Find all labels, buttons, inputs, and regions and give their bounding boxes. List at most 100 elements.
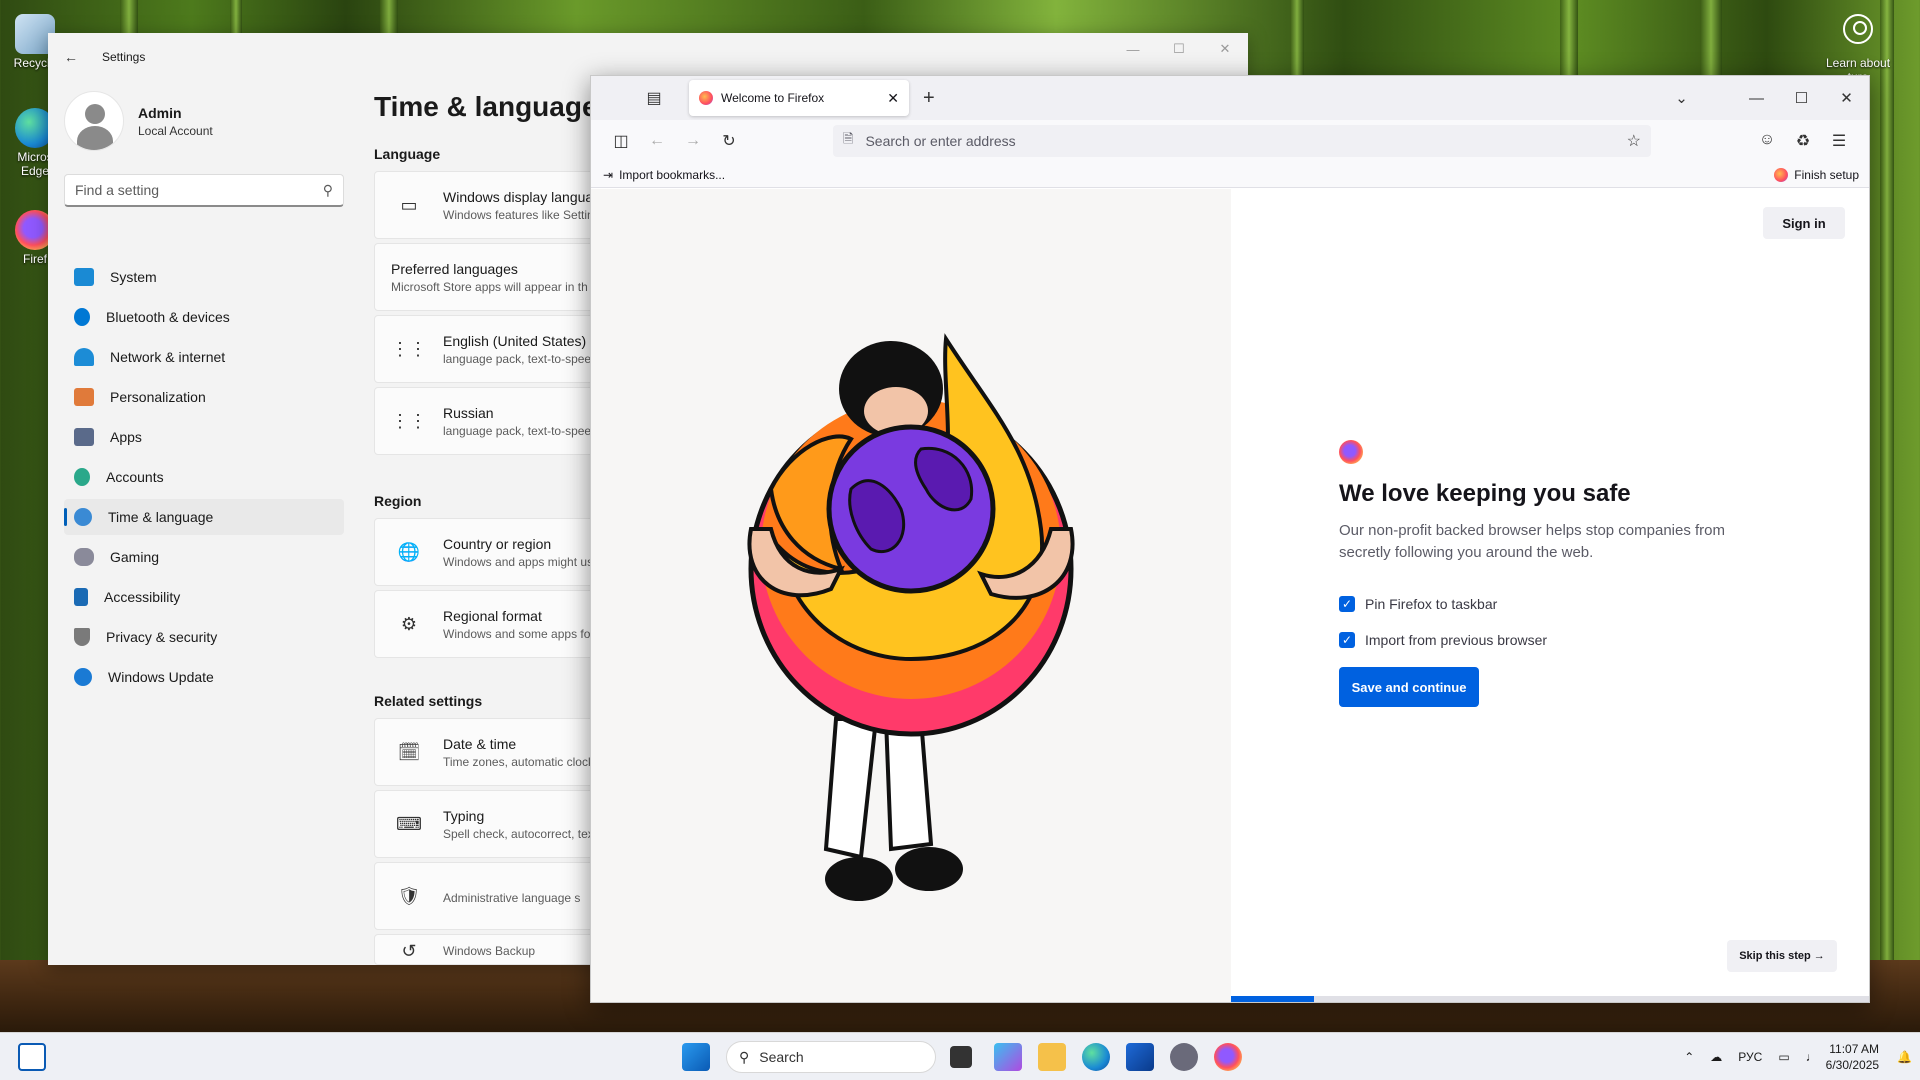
notification-bell-icon[interactable]: 🔔 (1897, 1050, 1912, 1064)
settings-window-controls: — ☐ ✕ (1110, 33, 1248, 65)
nav-label: Privacy & security (106, 629, 218, 645)
minimize-button[interactable]: — (1110, 33, 1156, 65)
import-bookmarks-link[interactable]: Import bookmarks... (619, 168, 725, 182)
volume-icon[interactable]: ♩ (1806, 1050, 1818, 1064)
user-profile[interactable]: Admin Local Account (64, 91, 213, 151)
nav-item-network[interactable]: Network & internet (64, 339, 344, 375)
close-button[interactable]: ✕ (1202, 33, 1248, 65)
taskbar-search-box[interactable]: ⚲ Search (726, 1041, 936, 1073)
card-title: Administrative language s (443, 890, 581, 905)
globe-clock-icon (74, 508, 92, 526)
card-title: Typing (443, 807, 485, 824)
clock-date: 6/30/2025 (1825, 1058, 1880, 1072)
list-all-tabs-icon[interactable]: ⌄ (1659, 89, 1704, 107)
finish-setup-button[interactable]: Finish setup (1774, 167, 1859, 182)
edge-icon[interactable] (1082, 1043, 1110, 1071)
nav-item-system[interactable]: System (64, 259, 344, 295)
drag-handle-icon[interactable]: ⋮⋮ (389, 339, 429, 360)
wifi-icon (74, 348, 94, 366)
start-windows-icon[interactable] (682, 1043, 710, 1071)
illustration-pane (591, 189, 1231, 1002)
section-heading-related: Related settings (374, 693, 483, 709)
sign-in-button[interactable]: Sign in (1763, 207, 1845, 239)
input-language-indicator[interactable]: РУС (1738, 1050, 1762, 1064)
skip-step-button[interactable]: Skip this step → (1727, 940, 1837, 972)
nav-item-time-language[interactable]: Time & language (64, 499, 344, 535)
onboarding-headline: We love keeping you safe (1339, 480, 1631, 507)
save-and-continue-button[interactable]: Save and continue (1339, 667, 1479, 707)
monitor-icon (74, 268, 94, 286)
bookmark-star-icon[interactable]: ☆ (1627, 131, 1641, 151)
card-title: Russian (443, 404, 494, 421)
finish-setup-label: Finish setup (1794, 167, 1859, 182)
firefox-icon[interactable] (1214, 1043, 1242, 1071)
card-title: Country or region (443, 535, 552, 552)
nav-item-privacy[interactable]: Privacy & security (64, 619, 344, 655)
extensions-icon[interactable]: ♻ (1785, 131, 1821, 151)
nav-label: Gaming (110, 549, 160, 565)
checkbox-label: Import from previous browser (1365, 632, 1548, 648)
nav-item-accounts[interactable]: Accounts (64, 459, 344, 495)
card-title: Preferred languages (391, 260, 518, 277)
taskbar: ⚲ Search ⌃ ☁ РУС ▭ ♩ 11:07 AM 6/30/2025 … (0, 1032, 1920, 1080)
forward-arrow-icon[interactable]: → (675, 132, 711, 150)
page-icon: 🗎 (843, 131, 854, 146)
nav-label: Network & internet (110, 349, 226, 365)
settings-titlebar: ← Settings (48, 33, 1248, 81)
nav-label: System (110, 269, 157, 285)
task-view-widget-icon[interactable] (18, 1043, 46, 1071)
accessibility-icon (74, 588, 88, 606)
settings-search-input[interactable]: Find a setting ⚲ (64, 174, 344, 207)
card-desc: Time zones, automatic clock (443, 754, 594, 769)
task-view-icon[interactable] (950, 1046, 972, 1068)
address-bar[interactable]: 🗎 Search or enter address ☆ (833, 125, 1651, 157)
clock[interactable]: 11:07 AM 6/30/2025 (1826, 1041, 1879, 1073)
new-tab-icon[interactable]: + (923, 87, 935, 110)
nav-label: Accessibility (104, 589, 181, 605)
maximize-button[interactable]: ☐ (1156, 33, 1202, 65)
file-explorer-icon[interactable] (1038, 1043, 1066, 1071)
import-browser-checkbox[interactable]: ✓ Import from previous browser (1339, 632, 1547, 648)
nav-label: Windows Update (108, 669, 214, 685)
close-button[interactable]: ✕ (1824, 89, 1869, 107)
learn-about-picture[interactable]: Learn about ture (1818, 14, 1898, 84)
tab-welcome[interactable]: Welcome to Firefox ✕ (689, 80, 909, 116)
settings-window-title: Settings (102, 50, 146, 64)
m365-copilot-icon[interactable] (994, 1043, 1022, 1071)
show-hidden-icons-chevron-icon[interactable]: ⌃ (1684, 1050, 1694, 1064)
globe-icon: 🌐 (397, 541, 421, 562)
firefox-favicon-icon (699, 91, 713, 105)
nav-label: Personalization (110, 389, 206, 405)
nav-item-gaming[interactable]: Gaming (64, 539, 344, 575)
nav-item-bluetooth[interactable]: Bluetooth & devices (64, 299, 344, 335)
sidebar-icon[interactable]: ◫ (603, 131, 639, 151)
onboarding-pane: Sign in We love keeping you safe Our non… (1231, 189, 1869, 1002)
back-arrow-icon[interactable]: ← (639, 132, 675, 150)
card-desc: Windows and some apps for (443, 626, 595, 641)
tab-title: Welcome to Firefox (721, 91, 825, 105)
onboarding-subtext: Our non-profit backed browser helps stop… (1339, 522, 1726, 561)
reload-icon[interactable]: ↻ (711, 131, 747, 151)
firefox-logo-icon (1774, 167, 1789, 182)
section-heading-language: Language (374, 146, 441, 162)
network-offline-icon[interactable]: ☁ (1710, 1050, 1722, 1064)
pin-taskbar-checkbox[interactable]: ✓ Pin Firefox to taskbar (1339, 596, 1497, 612)
camera-icon (1843, 14, 1873, 44)
microsoft-store-icon[interactable] (1126, 1043, 1154, 1071)
back-arrow-icon[interactable]: ← (64, 49, 88, 65)
display-icon[interactable]: ▭ (1778, 1050, 1789, 1064)
minimize-button[interactable]: — (1734, 90, 1779, 107)
drag-handle-icon[interactable]: ⋮⋮ (389, 411, 429, 432)
firefox-view-icon[interactable]: ▤ (639, 88, 669, 108)
nav-item-accessibility[interactable]: Accessibility (64, 579, 344, 615)
account-icon[interactable]: ☺ (1749, 131, 1785, 151)
tab-close-icon[interactable]: ✕ (887, 90, 899, 107)
menu-icon[interactable]: ☰ (1821, 131, 1857, 151)
firefox-window-controls: ⌄ — ☐ ✕ (1659, 76, 1869, 120)
nav-item-personalization[interactable]: Personalization (64, 379, 344, 415)
settings-gear-icon[interactable] (1170, 1043, 1198, 1071)
maximize-button[interactable]: ☐ (1779, 89, 1824, 107)
nav-item-windows-update[interactable]: Windows Update (64, 659, 344, 695)
nav-item-apps[interactable]: Apps (64, 419, 344, 455)
checkbox-label: Pin Firefox to taskbar (1365, 596, 1498, 612)
